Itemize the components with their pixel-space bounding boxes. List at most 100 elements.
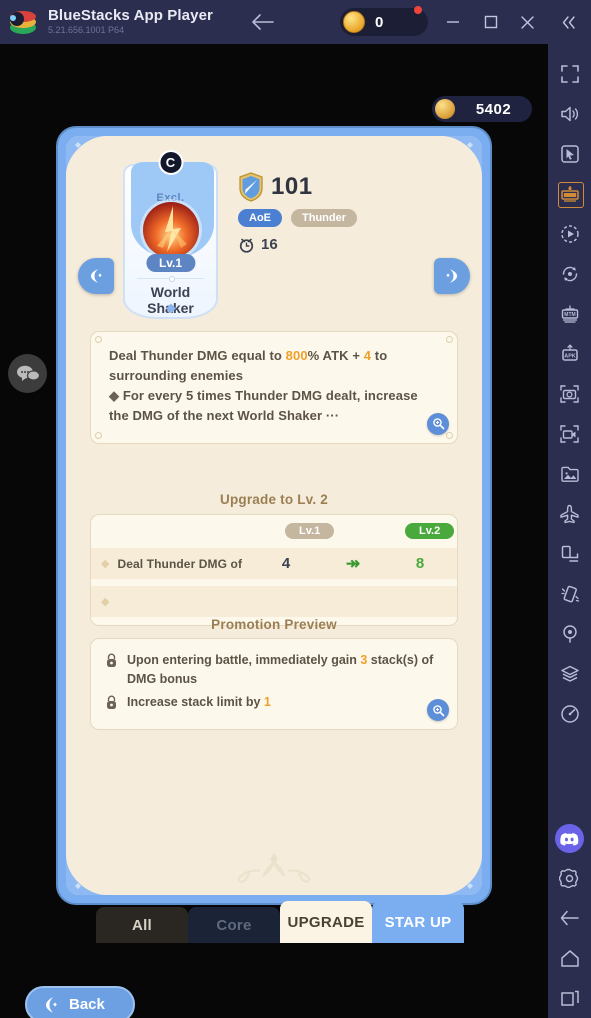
android-home-icon	[560, 949, 579, 967]
upgrade-row: ◆ Deal Thunder DMG of 4 ↠ 8	[91, 548, 457, 579]
sidebar-item-eco-mode[interactable]	[550, 494, 590, 534]
tab-all[interactable]: All	[96, 907, 188, 943]
fullscreen-icon	[560, 65, 579, 83]
desc-text-b: % ATK +	[307, 348, 364, 363]
previous-skill-button[interactable]	[78, 258, 114, 294]
magnifier-icon	[432, 704, 444, 717]
stopwatch-icon	[239, 238, 254, 253]
sidebar-item-location[interactable]	[550, 614, 590, 654]
discord-icon	[560, 832, 579, 845]
skill-portrait[interactable]: C Excl. Lv.1 World Shaker	[123, 150, 218, 319]
cooldown-value: 16	[261, 236, 278, 253]
sidebar-item-rotate-screen[interactable]	[550, 534, 590, 574]
upgrade-panel: Lv.1 Lv.2 ◆ Deal Thunder DMG of 4 ↠ 8 ◆	[90, 514, 458, 626]
expand-description-button[interactable]	[427, 412, 449, 435]
desc-bullet-text: For every 5 times Thunder DMG dealt, inc…	[109, 388, 418, 424]
lock-icon	[107, 695, 116, 709]
portrait-divider	[137, 276, 204, 282]
sidebar-item-android-home[interactable]	[550, 938, 590, 978]
media-manager-icon	[560, 466, 579, 482]
cursor-pointer-icon	[560, 145, 579, 163]
promotion-panel: Upon entering battle, immediately gain 3…	[90, 638, 458, 731]
sidebar-item-screenshot[interactable]	[550, 374, 590, 414]
upgrade-section-title: Upgrade to Lv. 2	[220, 492, 328, 507]
chat-bubbles-icon	[16, 365, 40, 381]
shake-icon	[560, 585, 579, 603]
rotate-screen-icon	[561, 545, 578, 562]
panel-corner-dot	[95, 431, 102, 439]
promotion-item-text: Increase stack limit by 1	[127, 693, 271, 712]
android-back-icon	[560, 910, 579, 926]
settings-gear-icon	[559, 868, 579, 888]
currency-hud[interactable]: 5402	[432, 96, 532, 122]
minimize-button[interactable]	[440, 10, 466, 34]
promotion-item: Upon entering battle, immediately gain 3…	[105, 651, 443, 689]
sidebar-item-media-manager[interactable]	[550, 454, 590, 494]
sidebar-item-volume[interactable]	[550, 94, 590, 134]
sidebar-item-pointer[interactable]	[550, 134, 590, 174]
app-title: BlueStacks App Player	[48, 6, 213, 24]
next-arrow-icon	[446, 269, 457, 283]
sidebar-item-game-controls[interactable]	[550, 174, 590, 214]
titlebar-back-button[interactable]	[248, 8, 278, 36]
app-root: BlueStacks App Player 5.21.656.1001 P64 …	[0, 0, 591, 1018]
sidebar-item-settings[interactable]	[550, 858, 590, 898]
column-header-next-level: Lv.2	[405, 523, 455, 539]
sidebar-item-fullscreen[interactable]	[550, 54, 590, 94]
tab-core[interactable]: Core	[188, 907, 280, 943]
skill-art-icon	[142, 202, 199, 258]
volume-icon	[561, 106, 579, 122]
sidebar-item-android-recents[interactable]	[550, 978, 590, 1018]
lock-icon	[107, 653, 116, 667]
panel-corner-dot	[446, 336, 453, 343]
sidebar-item-shake[interactable]	[550, 574, 590, 614]
svg-text:APK: APK	[564, 353, 575, 359]
chat-button[interactable]	[8, 354, 47, 393]
window-titlebar: BlueStacks App Player 5.21.656.1001 P64 …	[0, 0, 591, 44]
app-version: 5.21.656.1001 P64	[48, 25, 125, 36]
titlebar-coin-counter[interactable]: 0	[340, 6, 428, 36]
sidebar-item-macro[interactable]	[550, 214, 590, 254]
promotion-item-text: Upon entering battle, immediately gain 3…	[127, 651, 443, 689]
row-bullet-icon: ◆	[101, 558, 110, 570]
tab-upgrade[interactable]: UPGRADE	[280, 901, 372, 943]
close-button[interactable]	[514, 10, 540, 34]
sidebar-item-discord[interactable]	[555, 824, 584, 853]
apk-install-icon: APK	[561, 344, 578, 361]
upgrade-column-headers: Lv.1 Lv.2	[91, 523, 457, 543]
back-chevron-icon	[46, 996, 57, 1013]
skill-stats-block: 101 AoE Thunder 16	[238, 172, 357, 253]
promotion-item: Increase stack limit by 1	[105, 693, 443, 712]
card-corner-ornament-icon	[442, 136, 482, 176]
sidebar-item-android-back[interactable]	[550, 898, 590, 938]
gold-coin-icon	[343, 11, 365, 33]
lightning-burst-icon	[156, 206, 187, 252]
sidebar-item-sync[interactable]	[550, 254, 590, 294]
collapse-sidebar-button[interactable]	[556, 10, 582, 34]
multi-instance-icon: MTM	[561, 305, 578, 323]
tab-star-up[interactable]: STAR UP	[372, 901, 464, 943]
desc-text-a: Deal Thunder DMG equal to	[109, 348, 286, 363]
sidebar-item-multi-instance[interactable]: MTM	[550, 294, 590, 334]
close-icon	[520, 15, 534, 29]
android-recents-icon	[560, 990, 579, 1006]
maximize-button[interactable]	[478, 10, 504, 34]
window-title-block: BlueStacks App Player 5.21.656.1001 P64	[48, 6, 213, 36]
sidebar-item-record-screen[interactable]	[550, 414, 590, 454]
back-button[interactable]: Back	[25, 986, 135, 1018]
tag-element: Thunder	[291, 209, 357, 227]
bluestacks-sidebar: MTM APK	[548, 44, 591, 1018]
next-skill-button[interactable]	[434, 258, 470, 294]
promo-text-a: Upon entering battle, immediately gain	[127, 653, 361, 667]
upgrade-row-label: Deal Thunder DMG of	[117, 556, 243, 571]
sidebar-item-layers[interactable]	[550, 654, 590, 694]
card-corner-ornament-icon	[66, 136, 106, 176]
sidebar-item-install-apk[interactable]: APK	[550, 334, 590, 374]
notification-dot	[414, 6, 422, 14]
expand-promotion-button[interactable]	[427, 699, 449, 722]
sidebar-item-performance[interactable]	[550, 694, 590, 734]
location-icon	[562, 625, 577, 643]
currency-value: 5402	[475, 100, 512, 118]
filigree-ornament-icon	[237, 853, 311, 883]
description-line-1: Deal Thunder DMG equal to 800% ATK + 4 t…	[109, 346, 439, 386]
